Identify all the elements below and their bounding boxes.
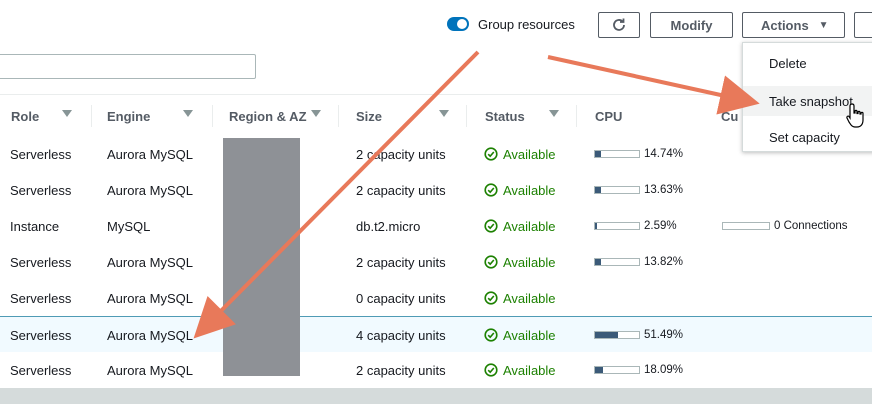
hand-pointer-icon: [846, 103, 864, 128]
annotation-arrow-to-take-snapshot: [547, 55, 760, 115]
annotation-arrow-to-selected-row: [193, 50, 480, 339]
annotation-arrows: [193, 50, 760, 339]
